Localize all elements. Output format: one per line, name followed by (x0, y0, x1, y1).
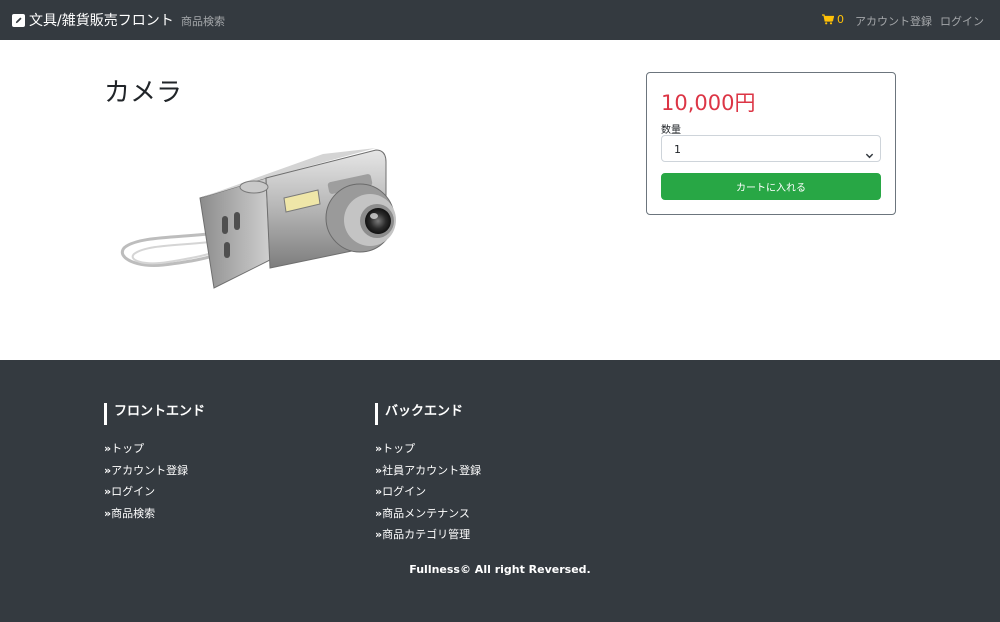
brand-link[interactable]: 文具/雑貨販売フロント (12, 10, 174, 30)
purchase-card: 10,000円 数量 1 カートに入れる (646, 72, 896, 215)
cart-count: 0 (837, 13, 844, 26)
footer-item: »トップ (375, 441, 481, 463)
camera-image (118, 140, 408, 300)
footer-link-frontend-login[interactable]: »ログイン (104, 485, 155, 498)
quantity-selected-value: 1 (674, 143, 681, 156)
cart-link[interactable]: 0 (822, 13, 844, 26)
quantity-select[interactable]: 1 (661, 135, 881, 162)
chevron-down-icon (865, 145, 874, 159)
footer-link-backend-product-maintenance[interactable]: »商品メンテナンス (375, 507, 470, 520)
brand-text: 文具/雑貨販売フロント (29, 13, 174, 29)
footer-item: »ログイン (104, 484, 205, 506)
footer-item: »ログイン (375, 484, 481, 506)
footer-link-frontend-search[interactable]: »商品検索 (104, 507, 155, 520)
footer-link-backend-top[interactable]: »トップ (375, 442, 415, 455)
nav-link-login[interactable]: ログイン (940, 13, 984, 29)
quantity-label: 数量 (661, 125, 681, 136)
pencil-square-icon (12, 13, 25, 27)
footer-link-backend-login[interactable]: »ログイン (375, 485, 426, 498)
nav-link-product-search[interactable]: 商品検索 (181, 13, 225, 29)
footer-item: »社員アカウント登録 (375, 463, 481, 485)
footer-link-label: トップ (382, 442, 416, 455)
footer-item: »トップ (104, 441, 205, 463)
footer-link-frontend-top[interactable]: »トップ (104, 442, 144, 455)
copyright: Fullness© All right Reversed. (409, 563, 591, 576)
shopping-cart-icon (822, 14, 834, 25)
footer-link-backend-employee-register[interactable]: »社員アカウント登録 (375, 464, 481, 477)
footer-heading-frontend: フロントエンド (104, 403, 205, 425)
footer-item: »商品カテゴリ管理 (375, 527, 481, 549)
footer-column-backend: バックエンド »トップ »社員アカウント登録 »ログイン »商品メンテナンス »… (375, 403, 481, 549)
footer-heading-backend: バックエンド (375, 403, 481, 425)
footer-link-label: アカウント登録 (111, 463, 189, 477)
add-to-cart-button[interactable]: カートに入れる (661, 173, 881, 200)
footer-link-label: 商品カテゴリ管理 (382, 528, 471, 541)
product-title: カメラ (104, 78, 183, 108)
footer: フロントエンド »トップ »アカウント登録 »ログイン »商品検索 バックエンド… (0, 360, 1000, 622)
footer-item: »商品メンテナンス (375, 506, 481, 528)
footer-link-label: 商品検索 (111, 506, 156, 520)
footer-link-frontend-register[interactable]: »アカウント登録 (104, 464, 188, 477)
footer-link-label: ログイン (382, 485, 427, 498)
footer-link-label: トップ (111, 442, 145, 455)
navbar: 文具/雑貨販売フロント 商品検索 0 アカウント登録 ログイン (0, 0, 1000, 40)
footer-link-label: ログイン (111, 485, 156, 498)
product-price: 10,000円 (661, 91, 756, 115)
footer-item: »アカウント登録 (104, 463, 205, 485)
footer-column-frontend: フロントエンド »トップ »アカウント登録 »ログイン »商品検索 (104, 403, 205, 527)
footer-link-label: 社員アカウント登録 (382, 463, 482, 477)
footer-item: »商品検索 (104, 506, 205, 528)
nav-link-register[interactable]: アカウント登録 (855, 13, 932, 29)
footer-link-backend-category-management[interactable]: »商品カテゴリ管理 (375, 528, 470, 541)
footer-link-label: 商品メンテナンス (382, 506, 470, 520)
